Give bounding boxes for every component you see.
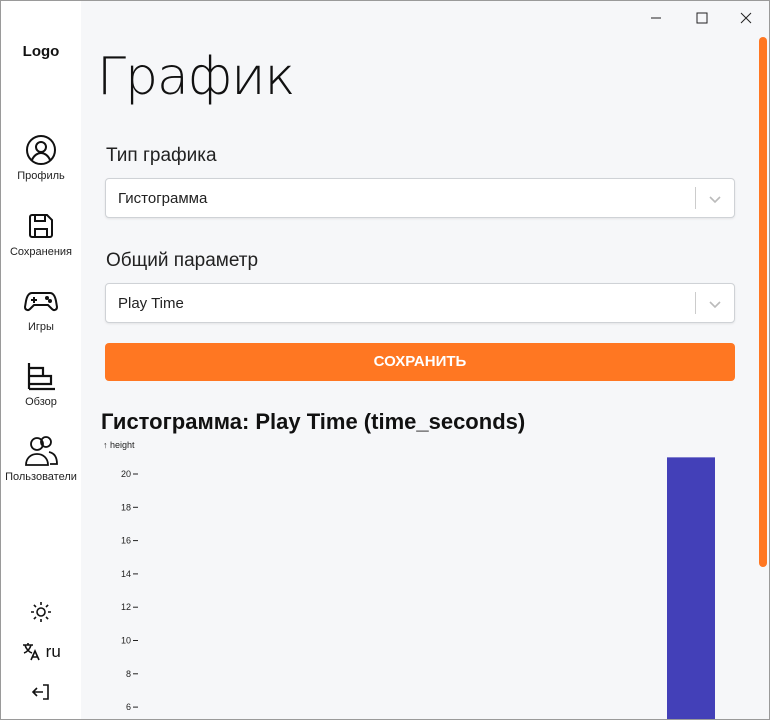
maximize-button[interactable] (679, 3, 725, 33)
save-button[interactable]: СОХРАНИТЬ (105, 343, 735, 381)
sidebar-item-games[interactable]: Игры (1, 285, 81, 333)
logout-button[interactable] (1, 682, 81, 707)
user-circle-icon (26, 135, 56, 165)
histogram-bar (667, 457, 715, 719)
sidebar-item-overview[interactable]: Обзор (1, 360, 81, 408)
sidebar-item-label: Обзор (25, 396, 57, 408)
select-separator (695, 292, 696, 314)
y-tick-label: 8 (126, 669, 131, 679)
users-icon (25, 436, 58, 466)
sidebar-item-profile[interactable]: Профиль (1, 134, 81, 182)
theme-toggle-button[interactable] (1, 601, 81, 628)
chevron-down-icon (709, 301, 721, 309)
y-tick-label: 20 (121, 469, 131, 479)
parameter-select[interactable]: Play Time (105, 283, 735, 323)
y-tick-label: 14 (121, 569, 131, 579)
y-tick-label: 6 (126, 702, 131, 712)
sidebar-item-label: Сохранения (9, 246, 73, 258)
sidebar-item-label: Профиль (17, 170, 65, 182)
y-tick-label: 18 (121, 502, 131, 512)
sidebar-item-label: Игры (28, 321, 54, 333)
y-tick-label: 12 (121, 602, 131, 612)
sidebar-item-saves[interactable]: Сохранения (1, 210, 81, 258)
logout-icon (31, 684, 49, 700)
logo: Logo (22, 43, 60, 60)
vertical-scrollbar[interactable] (759, 37, 767, 567)
gamepad-icon (24, 292, 58, 312)
chart-icon (27, 363, 55, 391)
minimize-button[interactable] (633, 3, 679, 33)
select-separator (695, 187, 696, 209)
parameter-value: Play Time (118, 295, 184, 312)
y-axis-label: ↑ height (103, 440, 135, 450)
sidebar-item-label: Пользователи (5, 471, 77, 483)
close-icon (740, 12, 752, 24)
y-tick-label: 10 (121, 636, 131, 646)
parameter-label: Общий параметр (106, 250, 259, 271)
y-tick-label: 16 (121, 536, 131, 546)
save-icon (29, 214, 53, 238)
language-label: ru (45, 642, 61, 661)
translate-icon (23, 643, 40, 661)
language-button[interactable]: ru (1, 641, 81, 662)
histogram-chart: ↑ height 20 18 16 14 12 10 8 6 (103, 440, 715, 719)
maximize-icon (696, 12, 708, 24)
page-title: График (97, 47, 295, 107)
chart-type-select[interactable]: Гистограмма (105, 178, 735, 218)
minimize-icon (651, 17, 661, 19)
close-button[interactable] (723, 3, 769, 33)
chevron-down-icon (709, 196, 721, 204)
chart-type-label: Тип графика (106, 145, 217, 166)
chart-title: Гистограмма: Play Time (time_seconds) (101, 409, 526, 434)
sidebar-item-users[interactable]: Пользователи (1, 433, 81, 483)
chart-type-value: Гистограмма (118, 190, 208, 207)
app-window: Logo Профиль Сохранения Игры Обзор Польз… (0, 0, 770, 720)
sidebar: Logo Профиль Сохранения Игры Обзор Польз… (1, 1, 81, 719)
sun-icon (31, 602, 51, 622)
